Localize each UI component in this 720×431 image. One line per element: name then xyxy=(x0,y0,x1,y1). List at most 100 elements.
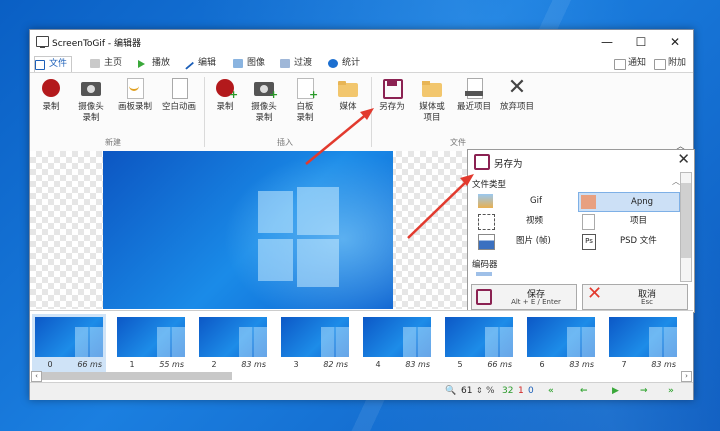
frame-number: 3 xyxy=(293,360,299,369)
tab-transition[interactable]: 过渡 xyxy=(280,56,312,72)
first-frame-icon[interactable]: « xyxy=(548,386,554,396)
save-as-button[interactable]: 另存为 xyxy=(376,77,408,113)
frame-image xyxy=(199,317,267,357)
frame-count: 32 xyxy=(502,386,514,396)
frame-delay: 83 ms xyxy=(569,360,594,369)
open-media-project-button[interactable]: 媒体或 项目 xyxy=(415,77,449,124)
zoom-stepper-icon[interactable]: ⇕ xyxy=(476,386,483,395)
encoder-label: 编码器 xyxy=(472,260,498,270)
file-type-label: 文件类型 xyxy=(472,180,507,190)
insert-board-record-button[interactable]: + 白板 录制 xyxy=(290,77,320,124)
frame-strip: 0 66 ms 1 55 ms 2 83 ms 3 82 ms 4 83 ms … xyxy=(30,310,693,377)
cancel-button[interactable]: ✕ 取消 Esc xyxy=(582,283,688,310)
save-button[interactable]: 保存 Alt + E / Enter xyxy=(471,284,577,310)
frame-number: 5 xyxy=(457,360,463,369)
scroll-left-icon[interactable]: ‹ xyxy=(31,371,42,382)
recent-projects-button[interactable]: 最近项目 xyxy=(454,77,494,113)
ribbon-separator xyxy=(204,77,205,147)
new-camera-record-button[interactable]: 摄像头 录制 xyxy=(74,77,108,124)
new-blank-animation-button[interactable]: 空白动画 xyxy=(157,77,201,113)
discard-icon: ✕ xyxy=(507,75,527,100)
file-type-psd[interactable]: Ps PSD 文件 xyxy=(578,232,678,250)
frame-thumbnail[interactable]: 6 83 ms xyxy=(524,314,598,372)
record-icon xyxy=(40,77,62,99)
frame-image xyxy=(609,317,677,357)
image-icon xyxy=(233,59,243,68)
previous-frame-icon[interactable]: ← xyxy=(580,386,588,396)
extra-toggle[interactable]: 附加 xyxy=(654,56,686,72)
blank-file-icon xyxy=(168,77,190,99)
frame-preview xyxy=(103,151,393,309)
frame-number: 1 xyxy=(129,360,135,369)
insert-media-button[interactable]: 媒体 xyxy=(334,77,362,113)
scrollbar[interactable] xyxy=(680,172,692,282)
next-frame-icon[interactable]: → xyxy=(640,386,648,396)
frame-thumbnail[interactable]: 0 66 ms xyxy=(32,314,106,372)
file-type-image-frames[interactable]: 图片 (帧) xyxy=(476,232,576,250)
tab-statistics[interactable]: 统计 xyxy=(328,56,360,72)
new-board-record-button[interactable]: 画板录制 xyxy=(114,77,156,113)
frame-image xyxy=(35,317,103,357)
frame-image xyxy=(445,317,513,357)
frame-thumbnail[interactable]: 1 55 ms xyxy=(114,314,188,372)
maximize-button[interactable]: ☐ xyxy=(624,30,658,54)
video-icon xyxy=(478,214,495,230)
group-label-file: 文件 xyxy=(450,138,466,147)
frame-delay: 83 ms xyxy=(405,360,430,369)
window-icon xyxy=(654,59,666,70)
frame-scrollbar[interactable]: ‹ › xyxy=(30,371,693,382)
title-bar: ScreenToGif - 编辑器 — ☐ ✕ xyxy=(30,30,693,54)
tab-file[interactable]: 文件 xyxy=(34,56,73,73)
frame-image xyxy=(281,317,349,357)
editor-window: ScreenToGif - 编辑器 — ☐ ✕ 文件 主页 播放 编辑 图像 过… xyxy=(29,29,695,400)
frame-number: 6 xyxy=(539,360,545,369)
new-record-button[interactable]: 录制 xyxy=(36,77,66,113)
tab-edit[interactable]: 编辑 xyxy=(183,56,216,72)
encoder-item[interactable] xyxy=(476,272,492,276)
frame-number: 4 xyxy=(375,360,381,369)
collapse-section-icon[interactable]: ︿ xyxy=(672,176,680,187)
notify-toggle[interactable]: 通知 xyxy=(614,56,646,72)
file-type-video[interactable]: 视频 xyxy=(476,212,576,230)
status-bar: 🔍 61 ⇕ % 32 1 0 « ← ▶ → » xyxy=(30,382,693,400)
tab-playback[interactable]: 播放 xyxy=(138,56,170,72)
save-icon xyxy=(474,154,490,170)
frame-thumbnail[interactable]: 2 83 ms xyxy=(196,314,270,372)
insert-record-button[interactable]: + 录制 xyxy=(210,77,240,113)
board-add-icon: + xyxy=(294,77,318,100)
tab-home[interactable]: 主页 xyxy=(90,56,122,72)
frame-image xyxy=(363,317,431,357)
last-frame-icon[interactable]: » xyxy=(668,386,674,396)
board-icon xyxy=(124,77,146,99)
home-icon xyxy=(90,59,100,68)
scroll-right-icon[interactable]: › xyxy=(681,371,692,382)
frame-number: 7 xyxy=(621,360,627,369)
selected-count: 1 xyxy=(518,386,524,396)
minimize-button[interactable]: — xyxy=(590,30,624,54)
insert-camera-record-button[interactable]: + 摄像头 录制 xyxy=(247,77,281,124)
frame-thumbnail[interactable]: 5 66 ms xyxy=(442,314,516,372)
group-label-insert: 插入 xyxy=(277,138,293,147)
frame-thumbnail[interactable]: 4 83 ms xyxy=(360,314,434,372)
file-type-apng[interactable]: Apng xyxy=(578,192,680,212)
scroll-thumb[interactable] xyxy=(42,372,232,380)
frame-image xyxy=(117,317,185,357)
file-type-gif[interactable]: Gif xyxy=(476,192,576,210)
tab-image[interactable]: 图像 xyxy=(233,56,265,72)
close-button[interactable]: ✕ xyxy=(658,30,692,54)
ribbon: 录制 摄像头 录制 画板录制 空白动画 新建 + 录制 + 摄像头 录制 + 白… xyxy=(30,72,693,152)
zoom-value[interactable]: 61 xyxy=(461,386,472,396)
frame-thumbnail[interactable]: 3 82 ms xyxy=(278,314,352,372)
discard-project-button[interactable]: ✕ 放弃项目 xyxy=(496,77,538,113)
file-type-project[interactable]: 项目 xyxy=(578,212,678,230)
folder-icon xyxy=(337,77,359,99)
ribbon-separator xyxy=(371,77,372,147)
camera-add-icon: + xyxy=(253,77,278,100)
frame-thumbnail[interactable]: 7 83 ms xyxy=(606,314,680,372)
apng-icon xyxy=(581,195,596,209)
play-icon[interactable]: ▶ xyxy=(612,386,619,396)
psd-icon: Ps xyxy=(582,234,596,250)
group-label-new: 新建 xyxy=(105,138,121,147)
close-icon[interactable]: ✕ xyxy=(677,150,690,168)
image-icon xyxy=(478,234,495,250)
